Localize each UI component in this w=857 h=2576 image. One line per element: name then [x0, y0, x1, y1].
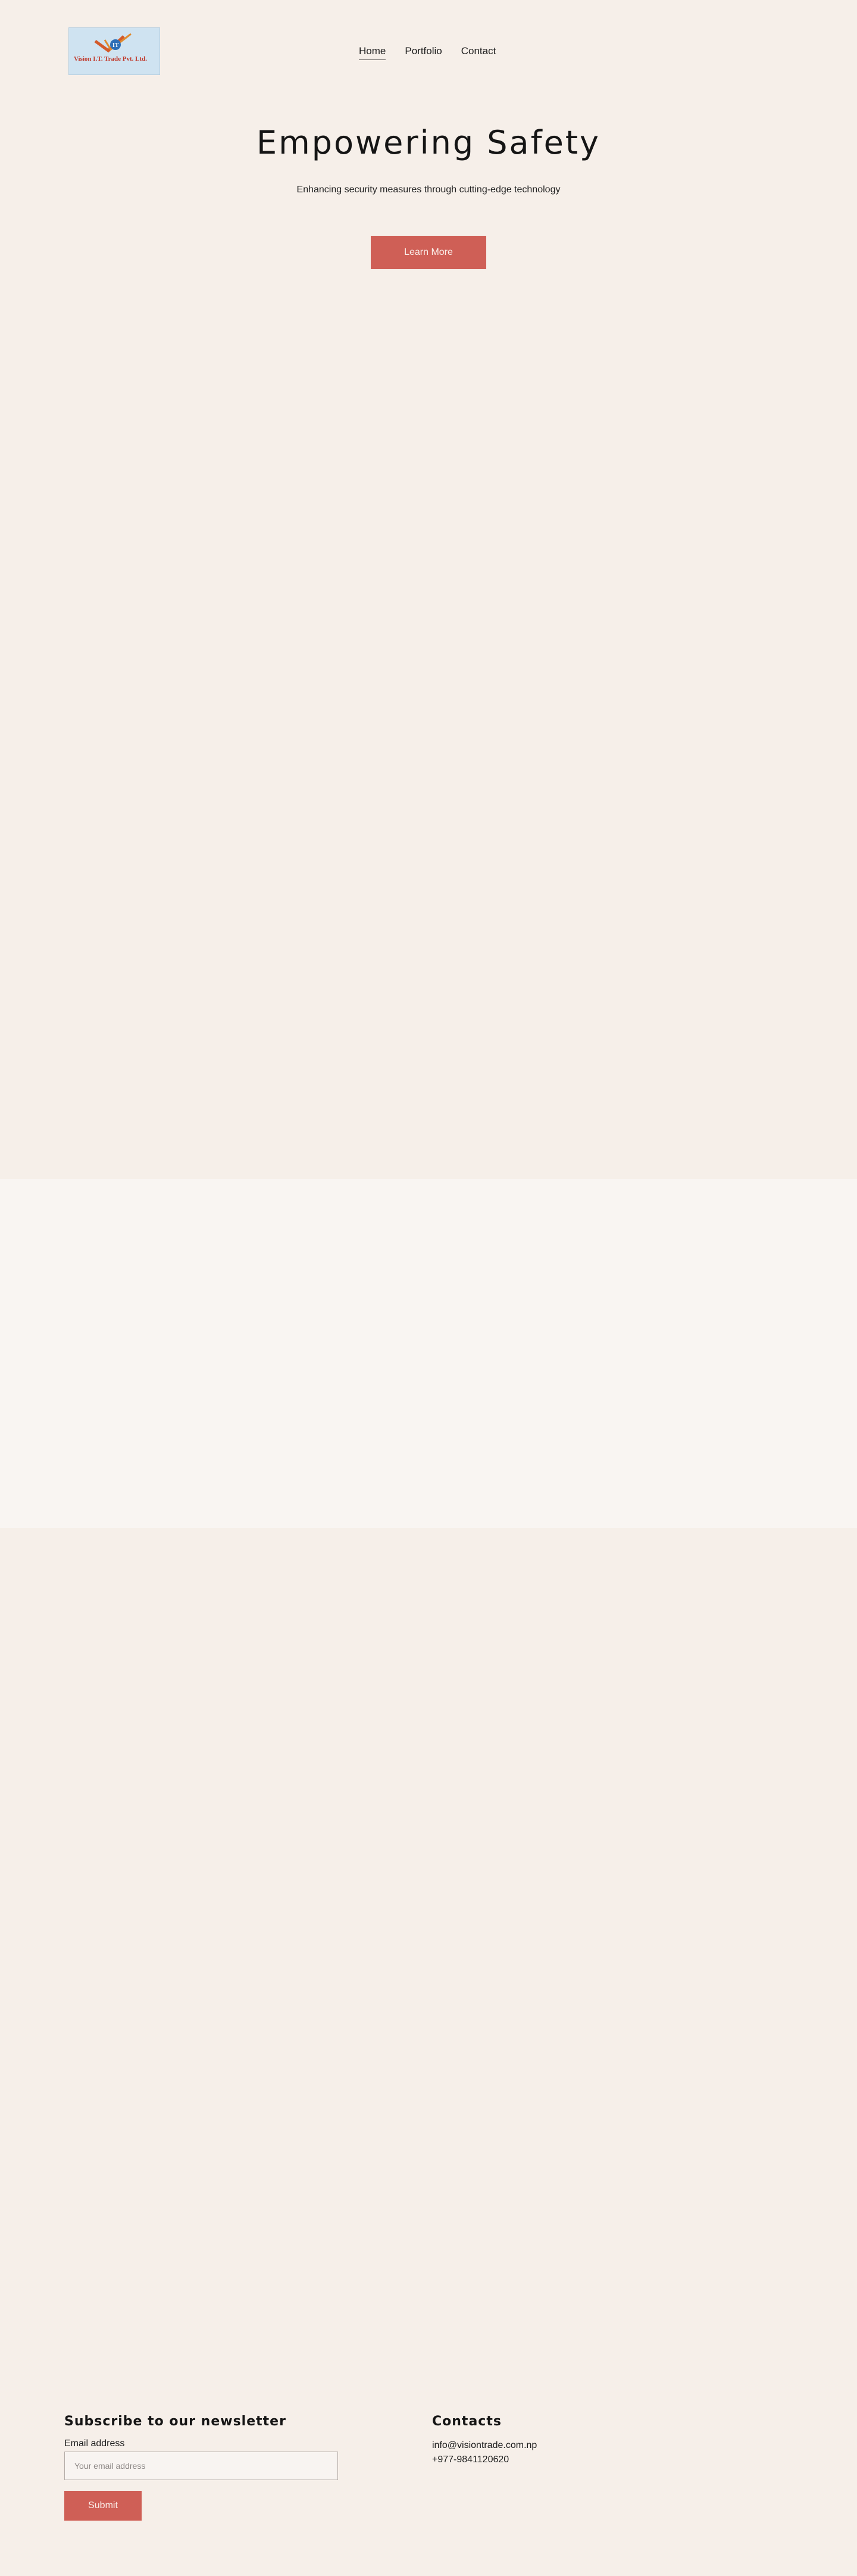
hero-subtitle: Enhancing security measures through cutt…	[296, 185, 561, 195]
newsletter-heading: Subscribe to our newsletter	[64, 2414, 286, 2429]
contact-email[interactable]: info@visiontrade.com.np	[432, 2438, 670, 2453]
company-logo[interactable]: IT Vision I.T. Trade Pvt. Ltd.	[68, 27, 160, 75]
site-header: IT Vision I.T. Trade Pvt. Ltd. Home Port…	[0, 0, 857, 104]
contact-phone[interactable]: +977-9841120620	[432, 2453, 670, 2467]
newsletter-section: Subscribe to our newsletter Email addres…	[64, 2414, 338, 2521]
email-label: Email address	[64, 2438, 125, 2449]
page: IT Vision I.T. Trade Pvt. Ltd. Home Port…	[0, 0, 857, 2576]
main-nav: Home Portfolio Contact	[359, 45, 496, 60]
logo-mark-icon: IT	[94, 33, 132, 53]
nav-item-home[interactable]: Home	[359, 45, 386, 60]
contacts-section: Contacts info@visiontrade.com.np +977-98…	[432, 2414, 670, 2467]
email-field[interactable]	[64, 2452, 338, 2480]
logo-company-text: Vision I.T. Trade Pvt. Ltd.	[74, 55, 148, 63]
svg-text:IT: IT	[112, 42, 119, 49]
contacts-heading: Contacts	[432, 2414, 502, 2429]
nav-item-contact[interactable]: Contact	[461, 45, 496, 60]
learn-more-button[interactable]: Learn More	[371, 236, 486, 269]
nav-item-portfolio[interactable]: Portfolio	[405, 45, 442, 60]
light-section-band	[0, 1179, 857, 1528]
submit-button[interactable]: Submit	[64, 2491, 142, 2521]
hero-title: Empowering Safety	[256, 124, 601, 161]
